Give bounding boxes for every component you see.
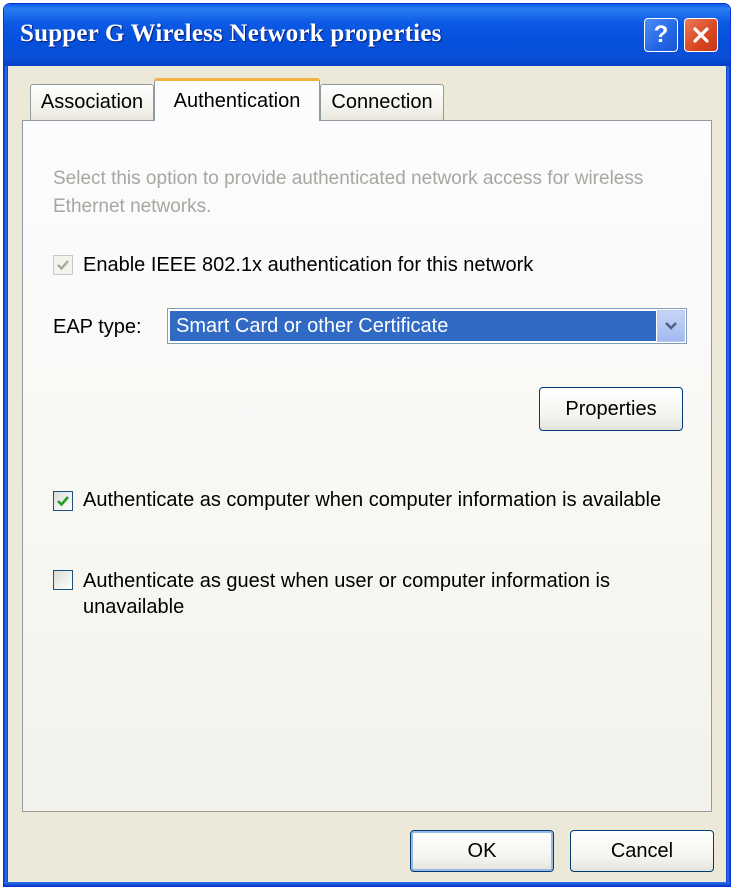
properties-window: Supper G Wireless Network properties ? A…: [3, 3, 731, 887]
window-frame-left: [4, 66, 8, 886]
cancel-button[interactable]: Cancel: [570, 830, 714, 872]
ok-button[interactable]: OK: [410, 830, 554, 872]
checkmark-icon: [57, 496, 69, 507]
close-icon: [693, 27, 709, 43]
tab-connection[interactable]: Connection: [320, 84, 444, 120]
chevron-down-icon: [665, 322, 677, 330]
tab-association-label: Association: [40, 91, 144, 113]
window-frame-right: [726, 66, 730, 886]
enable-ieee-label: Enable IEEE 802.1x authentication for th…: [83, 254, 534, 276]
tab-connection-label: Connection: [331, 91, 433, 113]
eap-dropdown-button[interactable]: [657, 310, 685, 342]
properties-button[interactable]: Properties: [539, 387, 683, 431]
properties-button-label: Properties: [565, 397, 657, 420]
tab-authentication[interactable]: Authentication: [154, 78, 320, 121]
checkmark-icon: [57, 260, 69, 271]
tab-association[interactable]: Association: [30, 84, 154, 120]
description-text: Select this option to provide authentica…: [53, 168, 644, 217]
auth-computer-label: Authenticate as computer when computer i…: [83, 489, 662, 511]
auth-guest-label: Authenticate as guest when user or compu…: [83, 570, 610, 618]
help-button[interactable]: ?: [644, 18, 678, 52]
eap-type-select[interactable]: Smart Card or other Certificate: [167, 308, 687, 344]
cancel-button-label: Cancel: [610, 839, 674, 862]
tab-authentication-label: Authentication: [173, 89, 301, 112]
close-button[interactable]: [684, 18, 718, 52]
eap-type-value: Smart Card or other Certificate: [170, 311, 656, 341]
ok-button-label: OK: [467, 839, 497, 862]
help-icon: ?: [653, 21, 669, 48]
title-bar[interactable]: Supper G Wireless Network properties ?: [4, 4, 730, 66]
eap-type-label: EAP type:: [53, 316, 142, 338]
window-title: Supper G Wireless Network properties: [20, 20, 442, 47]
window-frame-bottom: [4, 882, 730, 886]
auth-computer-checkbox[interactable]: [53, 491, 73, 511]
enable-ieee-checkbox[interactable]: [53, 255, 73, 275]
auth-guest-checkbox[interactable]: [53, 570, 73, 590]
authentication-tab-panel: Select this option to provide authentica…: [22, 120, 712, 812]
